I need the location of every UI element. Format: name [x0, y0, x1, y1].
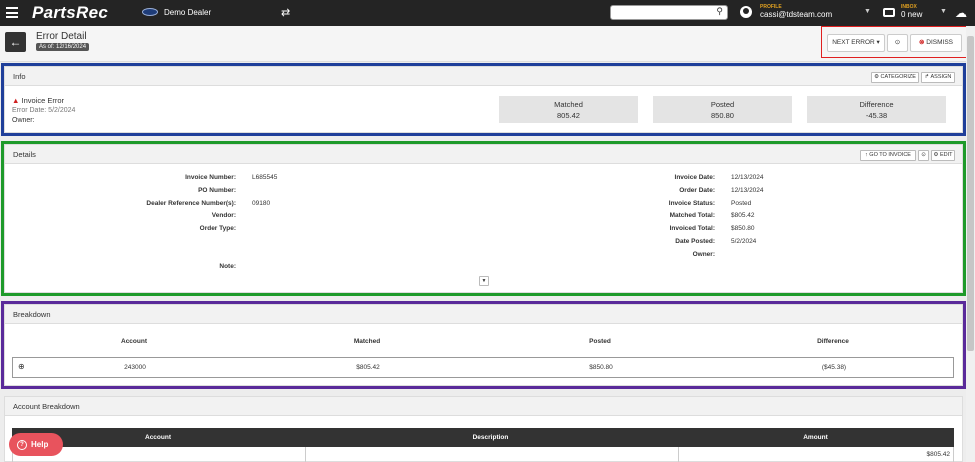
posted-stat: Posted 850.80	[653, 96, 792, 123]
page-title: Error Detail	[36, 31, 87, 42]
error-date: Error Date: 5/2/2024	[12, 107, 76, 114]
history-icon[interactable]: ⊙	[887, 34, 908, 52]
error-type: ▲ Invoice Error	[12, 96, 65, 105]
assign-button[interactable]: ↱ ASSIGN	[921, 72, 955, 83]
row-account: 243000	[124, 364, 146, 371]
scrollbar-thumb[interactable]	[967, 36, 974, 351]
table-row[interactable]: $805.42	[12, 447, 954, 462]
col-posted: Posted	[589, 338, 611, 345]
vendor-label: Vendor:	[211, 212, 236, 219]
help-button[interactable]: ? Help	[9, 433, 63, 456]
note-label: Note:	[219, 263, 236, 270]
order-date-value: 12/13/2024	[731, 187, 764, 194]
history-icon[interactable]: ⊙	[918, 150, 929, 161]
table-row[interactable]: ⊕ 243000 $805.42 $850.80 ($45.38)	[12, 357, 954, 378]
breakdown-panel: Breakdown Account Matched Posted Differe…	[4, 304, 963, 386]
account-breakdown-panel: Account Breakdown Account Description Am…	[4, 396, 963, 462]
user-avatar-icon[interactable]	[740, 6, 752, 18]
account-breakdown-title: Account Breakdown	[13, 402, 80, 411]
dealer-name[interactable]: Demo Dealer	[164, 8, 211, 17]
switch-dealer-icon[interactable]: ⇄	[281, 6, 290, 19]
app-logo[interactable]: PartsRec	[32, 3, 108, 23]
as-of-badge: As of: 12/16/2024	[36, 43, 90, 51]
inbox-count[interactable]: 0 new	[901, 10, 922, 19]
col-account: Account	[121, 338, 147, 345]
invoice-number-value: L685545	[252, 174, 278, 181]
col-difference: Difference	[817, 338, 849, 345]
matched-stat: Matched 805.42	[499, 96, 638, 123]
col-matched: Matched	[353, 338, 381, 345]
cloud-download-icon[interactable]: ☁	[955, 6, 967, 20]
hamburger-menu-icon[interactable]	[6, 7, 18, 18]
breakdown-panel-header: Breakdown	[5, 305, 962, 324]
po-number-label: PO Number:	[198, 187, 236, 194]
row-posted: $850.80	[589, 364, 613, 371]
dealer-logo-icon	[142, 8, 158, 16]
profile-chevron-down-icon[interactable]: ▼	[864, 8, 871, 15]
next-error-button[interactable]: NEXT ERROR ▾	[827, 34, 885, 52]
top-navbar: PartsRec Demo Dealer ⇄ ⚲ PROFILE cassi@t…	[0, 0, 975, 26]
go-to-invoice-button[interactable]: ↑ GO TO INVOICE	[860, 150, 916, 161]
back-arrow-button[interactable]: ←	[5, 32, 26, 52]
breakdown-title: Breakdown	[13, 310, 51, 319]
dealer-ref-label: Dealer Reference Number(s):	[146, 200, 236, 207]
dismiss-button[interactable]: ⊗ DISMISS	[910, 34, 962, 52]
search-input[interactable]: ⚲	[610, 5, 728, 20]
dealer-ref-value: 09180	[252, 200, 271, 207]
categorize-button[interactable]: ⚙ CATEGORIZE	[871, 72, 919, 83]
warning-icon: ▲	[12, 96, 20, 105]
difference-stat: Difference -45.38	[807, 96, 946, 123]
invoice-date-value: 12/13/2024	[731, 174, 764, 181]
inbox-icon[interactable]	[883, 8, 895, 17]
invoiced-total-label: Invoiced Total:	[669, 225, 715, 232]
date-posted-label: Date Posted:	[675, 238, 715, 245]
search-icon[interactable]: ⚲	[716, 6, 723, 17]
details-panel: Details ↑ GO TO INVOICE ⊙ ⚙ EDIT Invoice…	[4, 144, 963, 293]
owner-label: Owner:	[692, 251, 715, 258]
invoice-number-label: Invoice Number:	[185, 174, 236, 181]
row-difference: ($45.38)	[821, 364, 847, 371]
help-question-icon: ?	[17, 439, 27, 450]
expand-chevron-down-icon[interactable]: ▼	[479, 276, 489, 286]
invoice-date-label: Invoice Date:	[674, 174, 715, 181]
col-amount: Amount	[677, 428, 954, 447]
order-type-label: Order Type:	[199, 225, 236, 232]
details-panel-header: Details	[5, 145, 962, 164]
invoiced-total-value: $850.80	[731, 225, 755, 232]
row-amount: $805.42	[926, 451, 951, 458]
details-title: Details	[13, 150, 36, 159]
matched-total-label: Matched Total:	[669, 212, 715, 219]
search-field[interactable]	[614, 7, 709, 19]
matched-total-value: $805.42	[731, 212, 755, 219]
account-breakdown-header: Account Breakdown	[5, 397, 962, 416]
owner-label: Owner:	[12, 117, 35, 124]
info-title: Info	[13, 72, 26, 81]
inbox-chevron-down-icon[interactable]: ▼	[940, 8, 947, 15]
info-panel-header: Info	[5, 67, 962, 86]
row-matched: $805.42	[356, 364, 380, 371]
invoice-status-value: Posted	[731, 200, 752, 207]
expand-row-plus-icon[interactable]: ⊕	[18, 362, 25, 371]
invoice-status-label: Invoice Status:	[668, 200, 715, 207]
date-posted-value: 5/2/2024	[731, 238, 757, 245]
order-date-label: Order Date:	[679, 187, 715, 194]
profile-email[interactable]: cassi@tdsteam.com	[760, 10, 832, 19]
info-panel: Info ⚙ CATEGORIZE ↱ ASSIGN ▲ Invoice Err…	[4, 66, 963, 133]
dismiss-icon: ⊗	[919, 39, 925, 46]
edit-button[interactable]: ⚙ EDIT	[931, 150, 955, 161]
col-description: Description	[304, 428, 677, 447]
